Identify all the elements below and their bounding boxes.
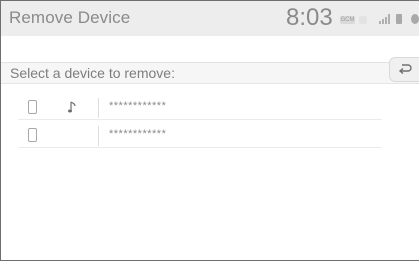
back-button[interactable] (389, 57, 419, 82)
status-indicator: GCM (340, 16, 355, 24)
instruction-bar: Select a device to remove: (1, 62, 419, 84)
device-row[interactable]: ************ (18, 124, 382, 148)
status-indicator-blank (359, 16, 367, 24)
phone-icon (28, 128, 37, 142)
device-name: ************ (109, 100, 167, 112)
row-separator (98, 126, 99, 146)
signal-strength-icon (379, 14, 390, 24)
music-note-icon (68, 101, 76, 113)
device-name: ************ (109, 128, 167, 140)
battery-icon (396, 14, 402, 24)
status-icon (411, 14, 419, 24)
title-bar: Remove Device 8:03 GCM (1, 1, 419, 36)
device-row[interactable]: ************ (18, 96, 382, 120)
page-title: Remove Device (9, 8, 131, 27)
row-separator (98, 98, 99, 118)
instruction-text: Select a device to remove: (10, 65, 175, 81)
back-arrow-icon (398, 64, 412, 75)
phone-icon (28, 100, 37, 114)
clock: 8:03 (286, 4, 333, 31)
